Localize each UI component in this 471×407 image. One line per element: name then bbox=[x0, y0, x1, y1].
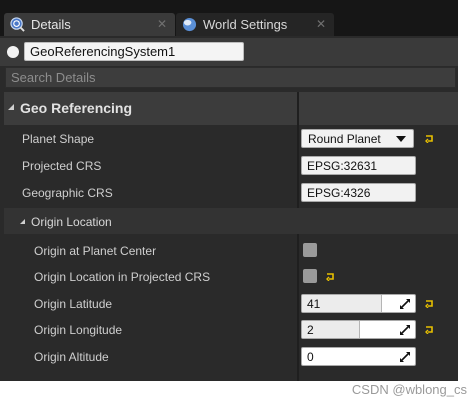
property-label: Origin Altitude bbox=[34, 350, 109, 364]
world-globe-icon bbox=[182, 17, 197, 32]
planet-shape-value: Round Planet bbox=[308, 132, 381, 146]
projected-crs-input[interactable]: EPSG:32631 bbox=[301, 156, 416, 175]
object-row: GeoReferencingSystem1 bbox=[0, 38, 458, 66]
origin-longitude-value: 2 bbox=[307, 323, 314, 337]
reset-to-default-icon[interactable] bbox=[425, 134, 434, 143]
chevron-down-icon bbox=[396, 136, 406, 142]
expand-arrow-icon[interactable] bbox=[8, 104, 14, 110]
details-panel: Details ✕ World Settings ✕ GeoReferencin… bbox=[0, 0, 458, 381]
geographic-crs-input[interactable]: EPSG:4326 bbox=[301, 183, 416, 202]
property-label: Origin Latitude bbox=[34, 297, 113, 311]
property-row-origin-at-planet-center: Origin at Planet Center bbox=[4, 238, 458, 264]
tab-bar: Details ✕ World Settings ✕ bbox=[0, 0, 458, 36]
geographic-crs-value: EPSG:4326 bbox=[307, 186, 371, 200]
watermark: CSDN @wblong_cs bbox=[351, 382, 467, 397]
close-icon[interactable]: ✕ bbox=[157, 17, 167, 31]
origin-latitude-value: 41 bbox=[307, 297, 321, 311]
drag-arrows-icon[interactable] bbox=[399, 298, 411, 310]
details-icon bbox=[10, 17, 25, 32]
origin-altitude-value: 0 bbox=[307, 350, 314, 364]
property-row-origin-in-projected-crs: Origin Location in Projected CRS bbox=[4, 264, 458, 290]
subcategory-label: Origin Location bbox=[31, 215, 112, 229]
drag-arrows-icon[interactable] bbox=[399, 351, 411, 363]
tab-world-settings-label: World Settings bbox=[203, 17, 288, 32]
reset-to-default-icon[interactable] bbox=[425, 299, 434, 308]
reset-to-default-icon[interactable] bbox=[425, 325, 434, 334]
property-label: Projected CRS bbox=[22, 159, 102, 173]
property-label: Origin at Planet Center bbox=[34, 244, 157, 258]
search-input[interactable]: Search Details bbox=[5, 67, 456, 88]
object-name-field[interactable]: GeoReferencingSystem1 bbox=[24, 42, 244, 61]
subcategory-origin-location[interactable]: Origin Location bbox=[4, 208, 458, 234]
reset-to-default-icon[interactable] bbox=[326, 272, 335, 281]
tab-world-settings[interactable]: World Settings ✕ bbox=[176, 13, 334, 36]
projected-crs-value: EPSG:32631 bbox=[307, 159, 378, 173]
tab-details-label: Details bbox=[31, 17, 71, 32]
origin-altitude-spinbox[interactable]: 0 bbox=[301, 347, 416, 366]
visibility-dot-icon[interactable] bbox=[7, 46, 19, 58]
category-header-geo-referencing[interactable]: Geo Referencing bbox=[4, 92, 458, 125]
origin-longitude-spinbox[interactable]: 2 bbox=[301, 320, 416, 339]
origin-in-projected-crs-checkbox[interactable] bbox=[303, 269, 317, 283]
origin-at-planet-center-checkbox[interactable] bbox=[303, 243, 317, 257]
property-label: Origin Longitude bbox=[34, 323, 123, 337]
tab-details[interactable]: Details ✕ bbox=[4, 13, 175, 36]
drag-arrows-icon[interactable] bbox=[399, 324, 411, 336]
category-label: Geo Referencing bbox=[20, 100, 133, 116]
close-icon[interactable]: ✕ bbox=[316, 17, 326, 31]
property-label: Origin Location in Projected CRS bbox=[34, 270, 211, 284]
property-label: Geographic CRS bbox=[22, 186, 113, 200]
property-label: Planet Shape bbox=[22, 132, 95, 146]
origin-latitude-spinbox[interactable]: 41 bbox=[301, 294, 416, 313]
planet-shape-dropdown[interactable]: Round Planet bbox=[301, 129, 414, 148]
expand-arrow-icon[interactable] bbox=[20, 219, 25, 224]
